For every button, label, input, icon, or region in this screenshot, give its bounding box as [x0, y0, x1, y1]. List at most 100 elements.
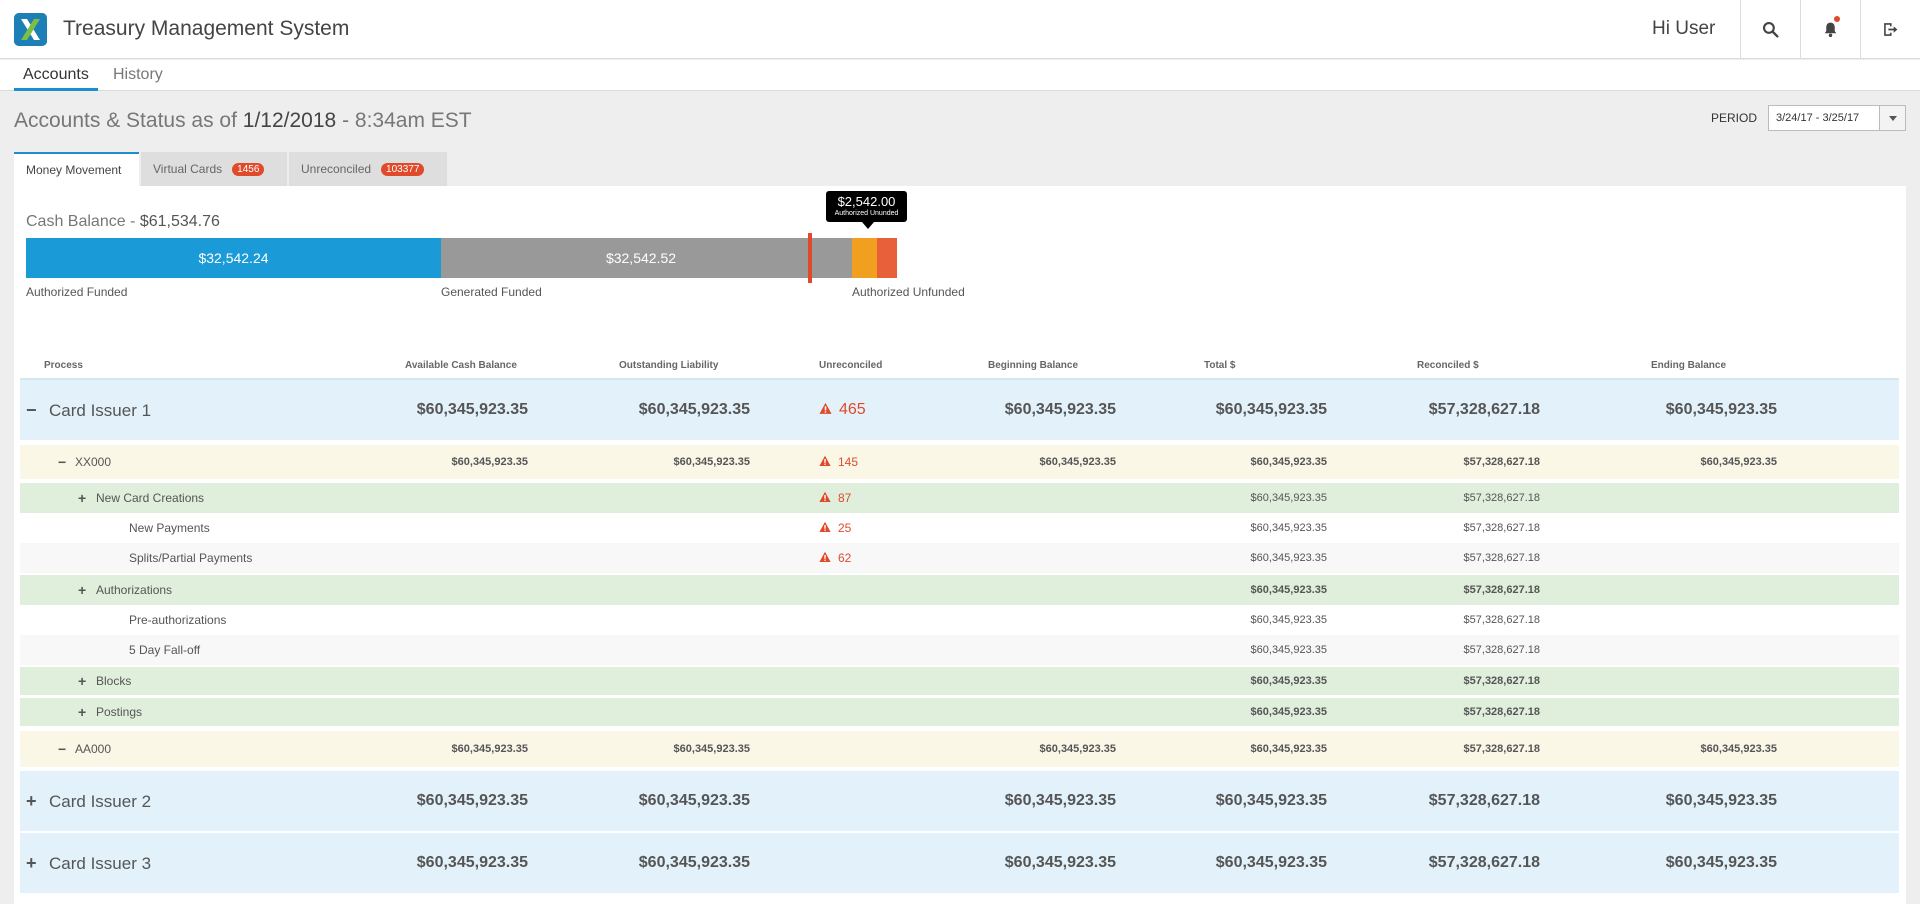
tab-history[interactable]: History [104, 66, 172, 91]
unreconciled-cell[interactable]: 87 [819, 491, 851, 505]
authorized-funded-caption: Authorized Funded [26, 285, 128, 299]
outstanding-liability-cell: $60,345,923.35 [638, 854, 750, 871]
tab-unreconciled[interactable]: Unreconciled 103377 [289, 152, 447, 186]
tooltip-label: Authorized Ununded [834, 210, 899, 217]
app-logo-icon[interactable] [14, 13, 47, 46]
threshold-marker [808, 233, 812, 283]
unreconciled-cell[interactable]: 62 [819, 551, 851, 565]
process-row: Splits/Partial Payments $60,345,923.35 $57… [20, 543, 1899, 573]
user-greeting[interactable]: Hi User [1652, 18, 1715, 40]
group-row[interactable]: + Blocks $60,345,923.35 $57,328,627.18 [20, 667, 1899, 695]
row-name: AA000 [75, 742, 112, 756]
col-reconciled[interactable]: Reconciled $ [1417, 360, 1479, 371]
process-row: Pre-authorizations $60,345,923.35 $57,328,… [20, 605, 1899, 635]
notifications-button[interactable] [1800, 0, 1860, 58]
reconciled-cell: $57,328,627.18 [1463, 552, 1540, 564]
warning-icon [819, 521, 831, 532]
beginning-balance-cell: $60,345,923.35 [1039, 743, 1116, 755]
group-row[interactable]: + Authorizations $60,345,923.35 $57,328,627… [20, 575, 1899, 605]
generated-funded-amount: $32,542.52 [605, 250, 677, 266]
tab-virtual-cards[interactable]: Virtual Cards 1456 [141, 152, 287, 186]
as-of-date: 1/12/2018 [242, 109, 337, 132]
outstanding-liability-cell: $60,345,923.35 [638, 792, 750, 809]
expand-icon[interactable]: + [78, 673, 86, 689]
expand-icon[interactable]: + [78, 704, 86, 720]
unreconciled-cell[interactable]: 25 [819, 521, 851, 535]
unreconciled-count-badge: 103377 [381, 163, 425, 176]
collapse-icon[interactable]: − [58, 741, 66, 757]
virtual-cards-count-badge: 1456 [232, 163, 265, 176]
col-beginning-balance[interactable]: Beginning Balance [988, 360, 1078, 371]
collapse-icon[interactable]: − [26, 400, 37, 421]
expand-icon[interactable]: + [26, 853, 37, 874]
generated-funded-caption: Generated Funded [441, 285, 542, 299]
group-row[interactable]: + Postings $60,345,923.35 $57,328,627.18 [20, 698, 1899, 726]
app-title: Treasury Management System [63, 17, 350, 40]
issuer-row[interactable]: − Card Issuer 1 $60,345,923.35 $60,345,923.… [20, 380, 1899, 440]
process-row: New Payments $60,345,923.35 $57,328,627.18… [20, 513, 1899, 543]
reconciled-cell: $57,328,627.18 [1463, 492, 1540, 504]
col-outstanding-liability[interactable]: Outstanding Liability [619, 360, 718, 371]
notification-dot [1834, 16, 1840, 22]
reconciled-cell: $57,328,627.18 [1428, 792, 1540, 809]
tab-money-movement[interactable]: Money Movement [14, 152, 139, 186]
total-cell: $60,345,923.35 [1250, 492, 1327, 504]
col-unreconciled[interactable]: Unreconciled [819, 360, 882, 371]
search-button[interactable] [1740, 0, 1800, 58]
unreconciled-cell[interactable]: 465 [819, 401, 866, 419]
period-select[interactable]: 3/24/17 - 3/25/17 [1768, 105, 1906, 131]
group-row[interactable]: + New Card Creations $60,345,923.35 $57,328… [20, 483, 1899, 513]
tab-accounts[interactable]: Accounts [14, 66, 98, 91]
row-name: Card Issuer 1 [49, 401, 152, 420]
total-cell: $60,345,923.35 [1250, 552, 1327, 564]
total-cell: $60,345,923.35 [1215, 401, 1327, 418]
logout-icon [1884, 22, 1898, 36]
available-cash-cell: $60,345,923.35 [451, 743, 528, 755]
row-name: Card Issuer 3 [49, 854, 152, 873]
unreconciled-count: 87 [838, 491, 852, 505]
total-cell: $60,345,923.35 [1250, 644, 1327, 656]
cash-balance-amount: $61,534.76 [139, 213, 220, 230]
authorized-unfunded-bar[interactable] [852, 238, 877, 278]
process-row: 5 Day Fall-off $60,345,923.35 $57,328,627.… [20, 635, 1899, 665]
row-name: Splits/Partial Payments [129, 551, 253, 565]
row-name: Card Issuer 2 [49, 792, 152, 811]
issuer-row[interactable]: + Card Issuer 3 $60,345,923.35 $60,345,923.… [20, 833, 1899, 893]
reconciled-cell: $57,328,627.18 [1463, 584, 1540, 596]
reconciled-cell: $57,328,627.18 [1463, 614, 1540, 626]
authorized-funded-bar[interactable]: $32,542.24 [26, 238, 441, 278]
period-label: PERIOD [1711, 111, 1758, 125]
unreconciled-cell[interactable]: 145 [819, 455, 858, 469]
unfunded-overage-bar[interactable] [877, 238, 897, 278]
col-available-cash[interactable]: Available Cash Balance [405, 360, 517, 371]
beginning-balance-cell: $60,345,923.35 [1039, 456, 1116, 468]
expand-icon[interactable]: + [78, 582, 86, 598]
ending-balance-cell: $60,345,923.35 [1665, 792, 1777, 809]
col-total[interactable]: Total $ [1204, 360, 1235, 371]
expand-icon[interactable]: + [78, 490, 86, 506]
row-name: XX000 [75, 455, 112, 469]
tooltip-amount: $2,542.00 [837, 194, 896, 209]
beginning-balance-cell: $60,345,923.35 [1004, 792, 1116, 809]
total-cell: $60,345,923.35 [1250, 675, 1327, 687]
chevron-down-icon [1888, 115, 1897, 121]
row-name: Authorizations [96, 583, 173, 597]
total-cell: $60,345,923.35 [1250, 706, 1327, 718]
col-ending-balance[interactable]: Ending Balance [1651, 360, 1726, 371]
collapse-icon[interactable]: − [58, 454, 66, 470]
generated-funded-bar[interactable]: $32,542.52 [441, 238, 852, 278]
reconciled-cell: $57,328,627.18 [1428, 854, 1540, 871]
tooltip-arrow [862, 222, 874, 229]
logout-button[interactable] [1860, 0, 1920, 58]
account-row[interactable]: − AA000 $60,345,923.35 $60,345,923.35 $60,34… [20, 731, 1899, 767]
reconciled-cell: $57,328,627.18 [1463, 706, 1540, 718]
col-process[interactable]: Process [44, 360, 83, 371]
warning-icon [819, 455, 831, 466]
unreconciled-count: 145 [838, 455, 859, 469]
expand-icon[interactable]: + [26, 791, 37, 812]
issuer-row[interactable]: + Card Issuer 2 $60,345,923.35 $60,345,923.… [20, 771, 1899, 831]
account-row[interactable]: − XX000 $60,345,923.35 $60,345,923.35 $60,34… [20, 445, 1899, 479]
ending-balance-cell: $60,345,923.35 [1700, 456, 1777, 468]
available-cash-cell: $60,345,923.35 [416, 792, 528, 809]
period-dropdown-button[interactable] [1879, 106, 1905, 130]
